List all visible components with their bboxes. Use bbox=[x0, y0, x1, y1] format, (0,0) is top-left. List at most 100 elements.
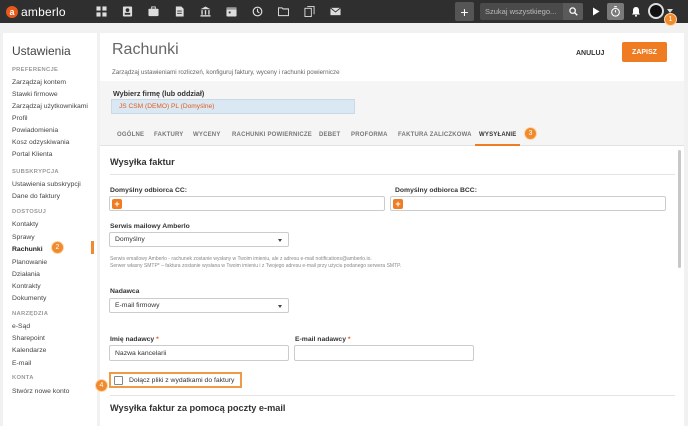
sidebar-item-contracts[interactable]: Kontrakty bbox=[12, 283, 41, 290]
mail-server-value: Domyślny bbox=[115, 236, 145, 243]
global-search bbox=[480, 3, 583, 20]
logo-text: amberlo bbox=[21, 4, 66, 19]
search-button[interactable] bbox=[563, 3, 583, 20]
tab-trust-accounts[interactable]: RACHUNKI POWIERNICZE bbox=[232, 132, 312, 138]
mail-server-select[interactable]: Domyślny bbox=[109, 232, 289, 247]
add-bcc-button[interactable]: + bbox=[393, 199, 403, 209]
attach-expenses-label: Dołącz pliki z wydatkami do faktury bbox=[129, 376, 235, 384]
tab-general[interactable]: OGÓLNE bbox=[117, 132, 144, 138]
notifications-button[interactable] bbox=[627, 3, 644, 20]
page-subtitle: Zarządzaj ustawieniami rozliczeń, konfig… bbox=[112, 69, 340, 76]
mail-icon[interactable] bbox=[322, 0, 348, 23]
bell-icon bbox=[631, 7, 640, 17]
add-cc-button[interactable]: + bbox=[112, 199, 122, 209]
sender-email-label: E-mail nadawcy * bbox=[295, 336, 351, 343]
sidebar-item-create-account[interactable]: Stwórz nowe konto bbox=[12, 388, 69, 395]
mail-server-help-1: Serwis emailowy Amberlo - rachunek zosta… bbox=[110, 256, 372, 262]
sidebar-item-client-portal[interactable]: Portal Klienta bbox=[12, 151, 52, 158]
sidebar-item-subscription-settings[interactable]: Ustawienia subskrypcji bbox=[12, 181, 81, 188]
sidebar-item-calendars[interactable]: Kalendarze bbox=[12, 347, 46, 354]
sidebar-item-billing[interactable]: Rachunki bbox=[12, 246, 43, 253]
chevron-down-icon bbox=[278, 305, 282, 308]
sidebar-item-contacts[interactable]: Kontakty bbox=[12, 221, 38, 228]
plus-icon: + bbox=[460, 3, 469, 20]
sidebar-item-matters[interactable]: Sprawy bbox=[12, 234, 35, 241]
sidebar-item-activities[interactable]: Działania bbox=[12, 271, 40, 278]
chevron-down-icon bbox=[278, 239, 282, 242]
page-title: Rachunki bbox=[112, 41, 179, 58]
section-divider bbox=[110, 174, 675, 175]
sidebar-item-users[interactable]: Zarządzaj użytkownikami bbox=[12, 103, 88, 110]
section-divider bbox=[110, 395, 675, 396]
sender-name-label: Imię nadawcy * bbox=[110, 336, 159, 343]
bcc-label: Domyślny odbiorca BCC: bbox=[395, 187, 477, 194]
cc-label: Domyślny odbiorca CC: bbox=[110, 187, 188, 194]
main-nav bbox=[88, 0, 348, 23]
folder-icon[interactable] bbox=[270, 0, 296, 23]
sidebar-item-rates[interactable]: Stawki firmowe bbox=[12, 91, 58, 98]
sidebar-item-documents[interactable]: Dokumenty bbox=[12, 295, 46, 302]
briefcase-icon[interactable] bbox=[140, 0, 166, 23]
active-tab-indicator bbox=[475, 144, 520, 146]
search-input[interactable] bbox=[480, 3, 560, 20]
sender-email-input[interactable] bbox=[294, 345, 474, 361]
sidebar-active-indicator bbox=[91, 241, 94, 254]
create-new-button[interactable]: + bbox=[455, 2, 474, 21]
files-icon[interactable] bbox=[296, 0, 322, 23]
app-logo[interactable]: a amberlo bbox=[6, 4, 66, 19]
sender-name-input[interactable] bbox=[109, 345, 289, 361]
main-panel: Rachunki Zarządzaj ustawieniami rozlicze… bbox=[100, 33, 684, 426]
stopwatch-icon bbox=[611, 6, 620, 17]
sidebar-item-notifications[interactable]: Powiadomienia bbox=[12, 127, 58, 134]
attach-expenses-checkbox[interactable] bbox=[114, 375, 123, 385]
sidebar-item-e-court[interactable]: e-Sąd bbox=[12, 323, 30, 330]
tab-invoices[interactable]: FAKTURY bbox=[154, 132, 184, 138]
sidebar-section-preferences: PREFERENCJE bbox=[12, 67, 59, 73]
company-value: JS CSM (DEMO) PL (Domyślne) bbox=[119, 103, 215, 110]
sidebar-item-account[interactable]: Zarządzaj kontem bbox=[12, 79, 66, 86]
tab-proforma[interactable]: PROFORMA bbox=[351, 132, 388, 138]
company-label: Wybierz firmę (lub oddział) bbox=[113, 89, 205, 98]
settings-tabs: OGÓLNE FAKTURY WYCENY RACHUNKI POWIERNIC… bbox=[100, 124, 684, 146]
mail-server-label: Serwis mailowy Amberlo bbox=[110, 223, 190, 230]
sidebar-item-email[interactable]: E-mail bbox=[12, 360, 31, 367]
sender-label: Nadawca bbox=[110, 288, 140, 295]
settings-sidebar: Ustawienia PREFERENCJE Zarządzaj kontem … bbox=[3, 33, 97, 426]
sender-select[interactable]: E-mail firmowy bbox=[109, 298, 289, 313]
sidebar-title: Ustawienia bbox=[12, 44, 71, 58]
save-button[interactable]: ZAPISZ bbox=[622, 42, 667, 62]
cc-recipients-field[interactable]: + bbox=[109, 196, 385, 211]
calendar-icon[interactable] bbox=[218, 0, 244, 23]
sidebar-item-planning[interactable]: Planowanie bbox=[12, 259, 47, 266]
sidebar-section-subscription: SUBSKRYPCJA bbox=[12, 169, 59, 175]
timer-button[interactable] bbox=[607, 3, 624, 20]
history-icon[interactable] bbox=[244, 0, 270, 23]
step-marker-4: 4 bbox=[95, 379, 108, 392]
tab-debit[interactable]: DEBET bbox=[319, 132, 340, 138]
tab-sending[interactable]: WYSYŁANIE bbox=[479, 132, 516, 138]
bank-icon[interactable] bbox=[192, 0, 218, 23]
content-scrollbar[interactable] bbox=[678, 150, 681, 268]
tab-quotes[interactable]: WYCENY bbox=[193, 132, 221, 138]
timer-start-button[interactable] bbox=[587, 3, 604, 20]
company-select[interactable]: JS CSM (DEMO) PL (Domyślne) bbox=[111, 99, 355, 114]
avatar[interactable] bbox=[648, 3, 664, 19]
contacts-icon[interactable] bbox=[114, 0, 140, 23]
sender-value: E-mail firmowy bbox=[115, 302, 160, 309]
section-title-invoice-sending: Wysyłka faktur bbox=[110, 157, 175, 167]
sidebar-item-invoice-data[interactable]: Dane do faktury bbox=[12, 193, 60, 200]
tab-advance-invoice[interactable]: FAKTURA ZALICZKOWA bbox=[398, 132, 472, 138]
play-icon bbox=[592, 7, 599, 16]
document-icon[interactable] bbox=[166, 0, 192, 23]
cancel-button[interactable]: ANULUJ bbox=[576, 45, 604, 61]
sender-email-label-text: E-mail nadawcy bbox=[295, 336, 346, 343]
sidebar-item-recycle-bin[interactable]: Kosz odzyskiwania bbox=[12, 139, 69, 146]
attach-expenses-option[interactable]: Dołącz pliki z wydatkami do faktury bbox=[109, 372, 242, 388]
sidebar-item-sharepoint[interactable]: Sharepoint bbox=[12, 335, 45, 342]
mail-server-help-2: Serwer własny SMTP* – faktura zostanie w… bbox=[110, 263, 402, 269]
sidebar-section-accounts: KONTA bbox=[12, 375, 34, 381]
required-mark: * bbox=[156, 336, 159, 343]
dashboard-icon[interactable] bbox=[88, 0, 114, 23]
bcc-recipients-field[interactable]: + bbox=[390, 196, 666, 211]
sidebar-item-profile[interactable]: Profil bbox=[12, 115, 28, 122]
